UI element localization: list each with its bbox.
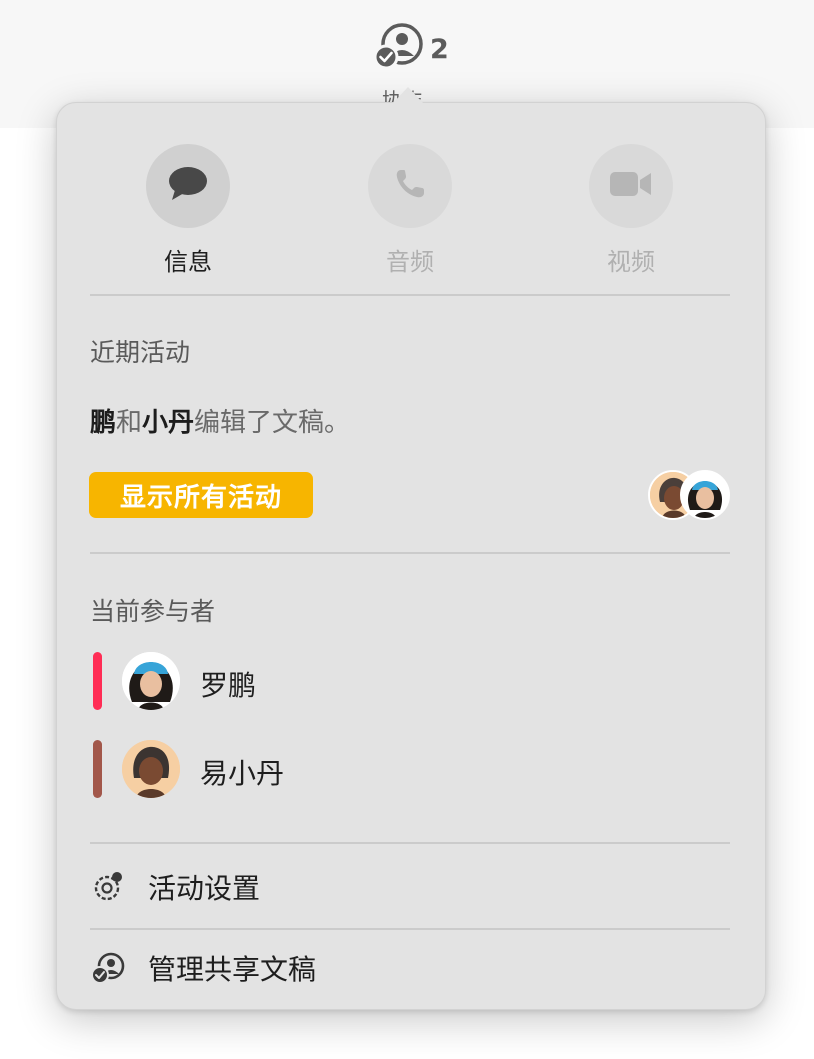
avatar-peng-mini [680, 470, 730, 520]
message-label: 信息 [164, 248, 212, 276]
message-circle[interactable] [146, 144, 230, 228]
activity-user-1: 鹏 [90, 408, 117, 438]
message-button[interactable]: 信息 [128, 144, 248, 277]
video-camera-icon [608, 168, 654, 204]
divider [90, 294, 730, 296]
audio-circle[interactable] [368, 144, 452, 228]
manage-shared-document-label: 管理共享文稿 [148, 953, 317, 986]
avatar [122, 740, 180, 798]
collaborator-count: 2 [430, 33, 449, 65]
video-label: 视频 [607, 248, 655, 276]
participant-color-bar [93, 652, 102, 710]
audio-label: 音频 [386, 248, 434, 276]
participant-row[interactable]: 易小丹 [90, 740, 730, 800]
popover-arrow [392, 87, 424, 104]
video-circle[interactable] [589, 144, 673, 228]
participants-title: 当前参与者 [90, 597, 216, 626]
participant-color-bar [93, 740, 102, 798]
collaborate-button[interactable]: 2 [372, 22, 462, 76]
communication-row: 信息 音频 视频 [56, 144, 764, 277]
phone-icon [392, 166, 428, 206]
divider [90, 928, 730, 930]
audio-button[interactable]: 音频 [350, 144, 470, 277]
recent-activity-title: 近期活动 [90, 338, 191, 367]
activity-avatars [648, 470, 732, 520]
participant-name: 罗鹏 [200, 669, 257, 702]
participant-row[interactable]: 罗鹏 [90, 652, 730, 712]
divider [90, 552, 730, 554]
show-all-activity-button[interactable]: 显示所有活动 [89, 472, 313, 518]
activity-user-2: 小丹 [142, 408, 195, 438]
activity-settings-label: 活动设置 [148, 872, 261, 905]
activity-settings-icon [90, 869, 126, 905]
activity-settings-item[interactable]: 活动设置 [90, 865, 730, 909]
video-button[interactable]: 视频 [571, 144, 691, 277]
manage-shared-document-item[interactable]: 管理共享文稿 [90, 946, 730, 990]
divider [90, 842, 730, 844]
activity-action: 编辑了文稿。 [194, 408, 351, 438]
avatar [122, 652, 180, 710]
activity-summary: 鹏和小丹编辑了文稿。 [90, 402, 350, 439]
stage: 2 协作 信息 音频 视频 近期活动 鹏和小丹编辑了文稿。 显示所有活动 当前参… [0, 0, 814, 1059]
collaborate-icon [90, 950, 126, 986]
speech-bubble-icon [167, 165, 209, 207]
participant-name: 易小丹 [200, 757, 285, 790]
activity-conjunction: 和 [116, 408, 143, 438]
collaborate-icon [372, 22, 424, 76]
